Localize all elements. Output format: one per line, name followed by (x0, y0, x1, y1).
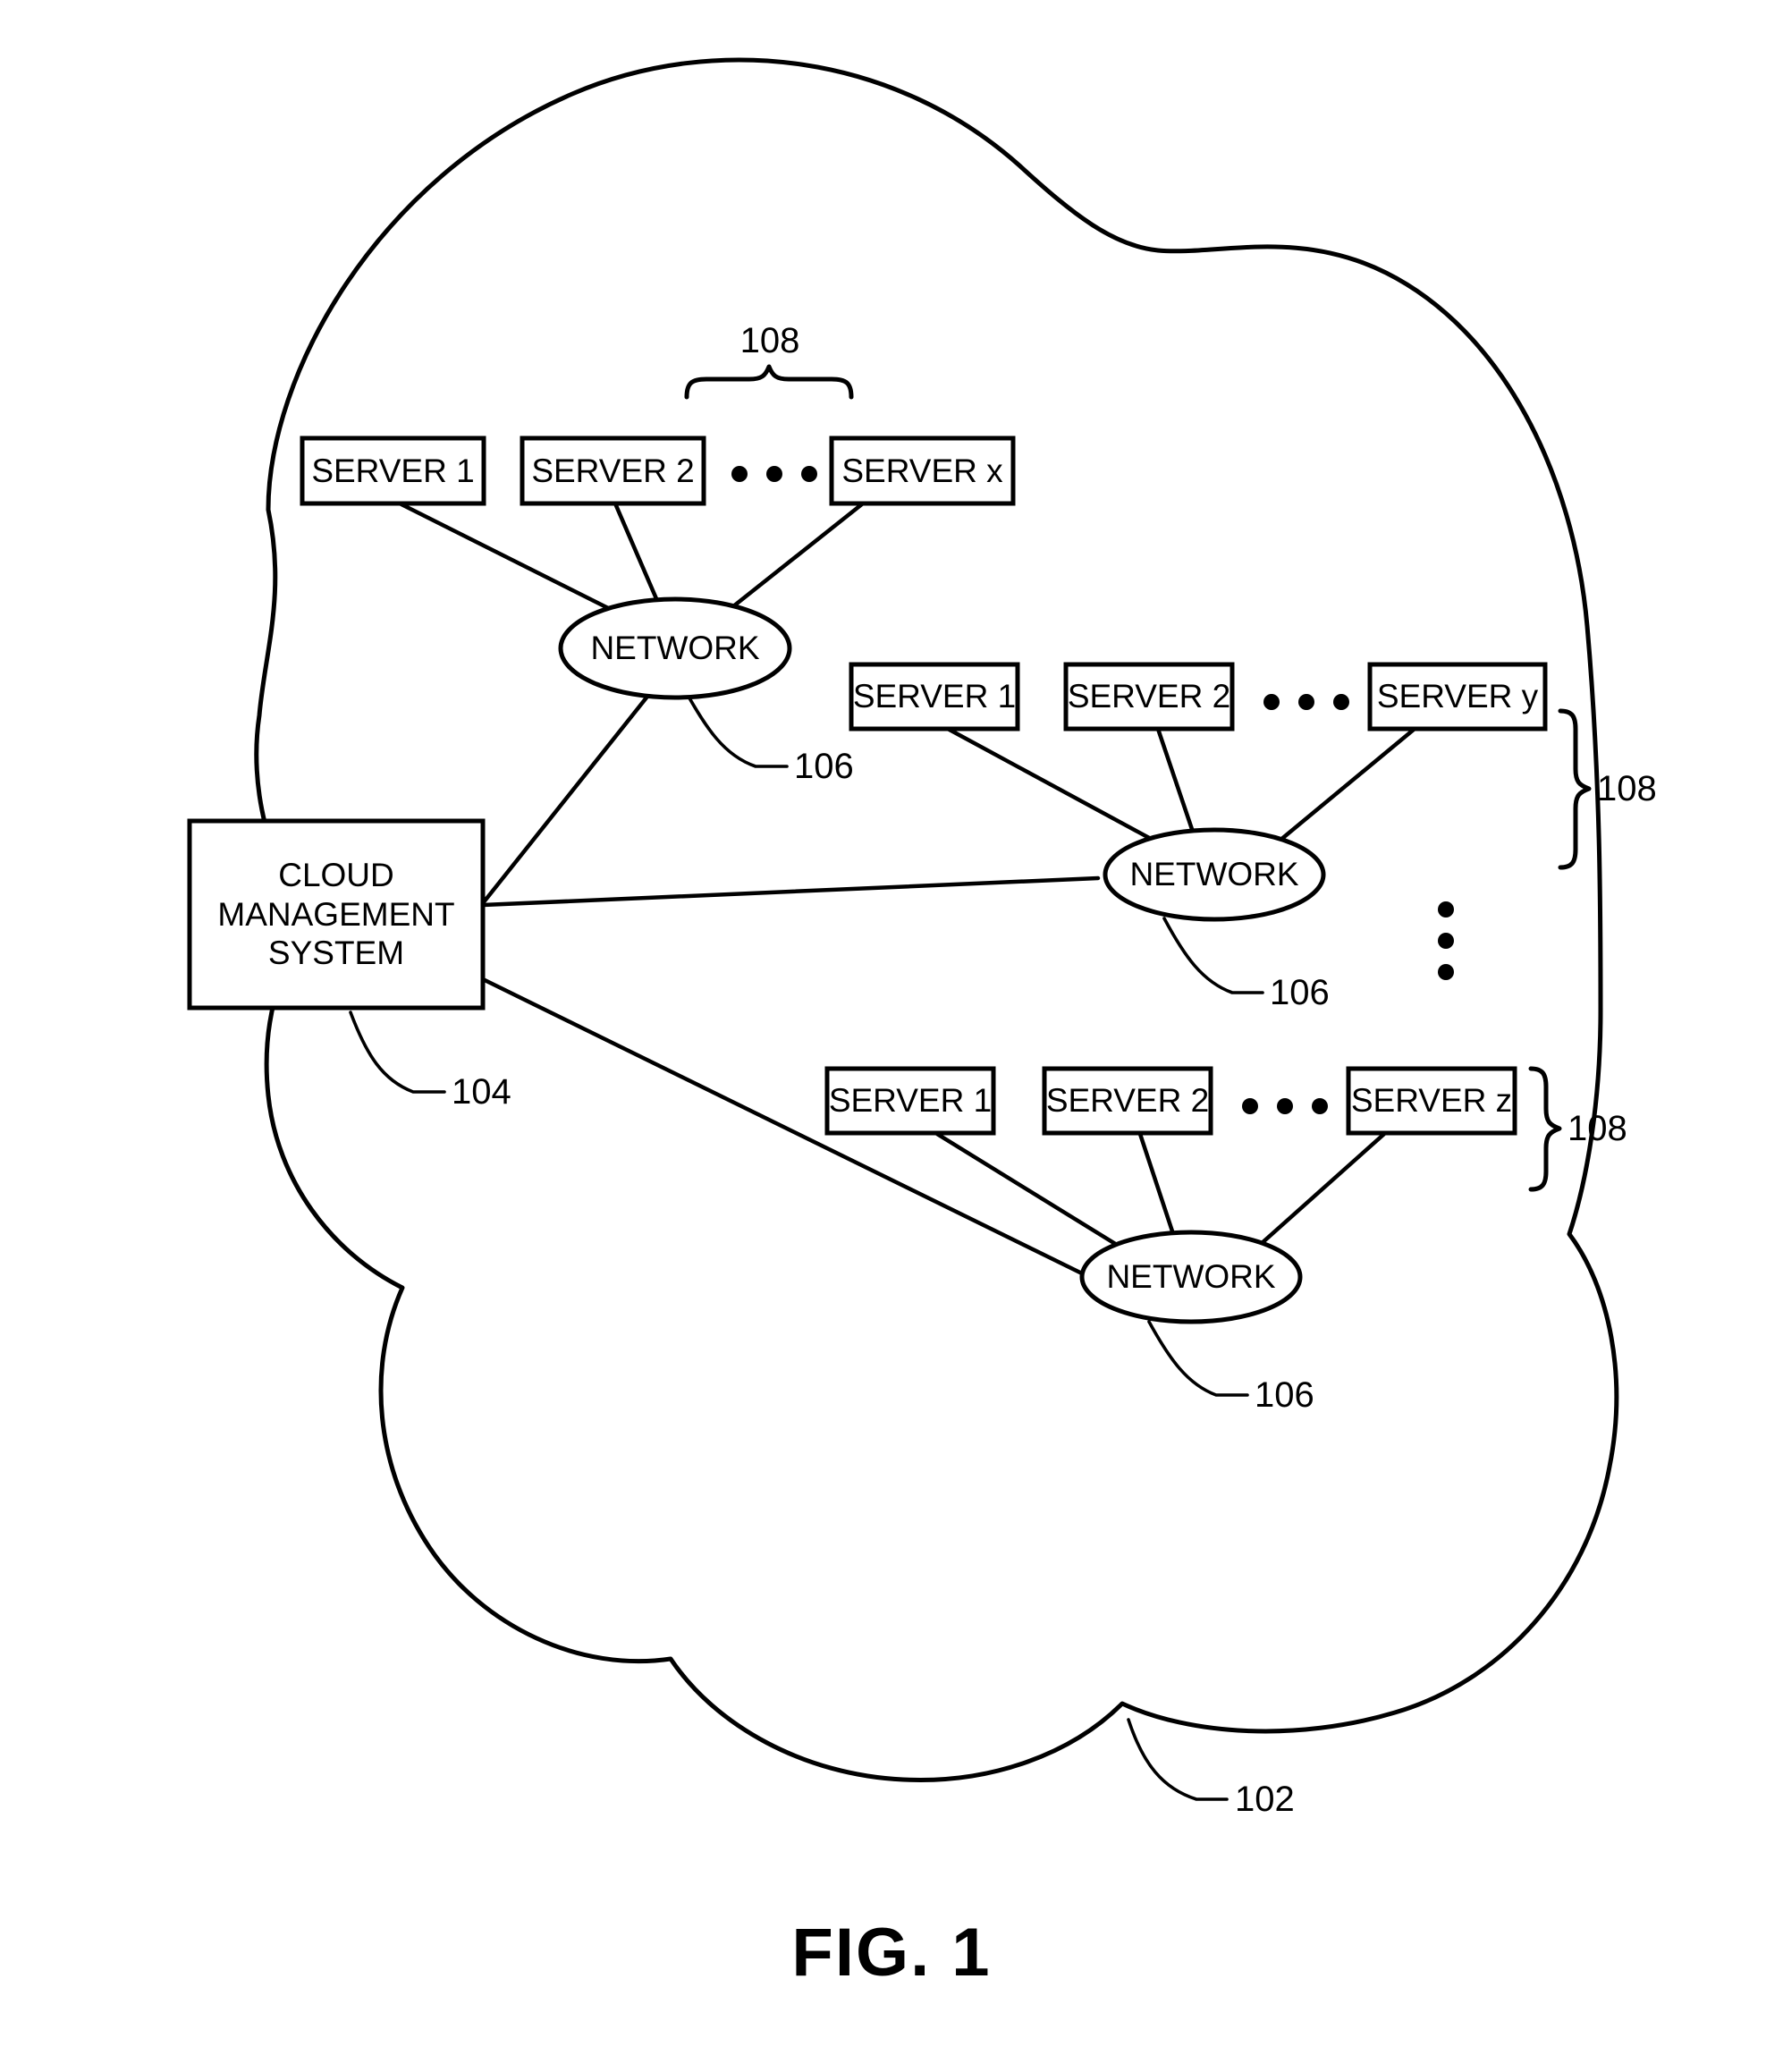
group-y-ellipsis-dot-2 (1298, 694, 1314, 710)
group-x-ellipsis-dot-1 (731, 466, 748, 482)
groups-vertical-ellipsis-dot-1 (1438, 901, 1454, 918)
group-z-network-ref: 106 (1255, 1374, 1314, 1415)
group-y-server-2-label: SERVER 2 (1067, 678, 1231, 715)
group-y-server-1-label: SERVER 1 (852, 678, 1017, 715)
patent-figure: SERVER 1 SERVER 2 SERVER x NETWORK 108 1… (0, 0, 1783, 2072)
group-z-server-2-label: SERVER 2 (1045, 1082, 1210, 1119)
group-x-server-1-label: SERVER 1 (311, 452, 475, 489)
group-y-server-2-label-wrap: SERVER 2 (1066, 664, 1232, 729)
group-z-ellipsis-dot-3 (1312, 1098, 1328, 1114)
figure-caption-wrap: FIG. 1 (0, 1914, 1783, 1992)
group-y-group-ref-wrap: 108 (1597, 768, 1669, 809)
cms-ref-wrap: 104 (452, 1071, 523, 1112)
group-z-network-ref-wrap: 106 (1255, 1374, 1326, 1416)
group-y-server-last-label-wrap: SERVER y (1370, 664, 1545, 729)
group-y-group-ref: 108 (1597, 768, 1657, 808)
group-z-server-last-label-wrap: SERVER z (1348, 1069, 1515, 1133)
group-x-ref-wrap: 108 (739, 320, 801, 361)
group-x-server-last-label-wrap: SERVER x (832, 438, 1013, 503)
group-x-network-ref-wrap: 106 (794, 746, 866, 787)
group-z-server-last-label: SERVER z (1350, 1082, 1513, 1119)
cloud-ref-wrap: 102 (1235, 1779, 1315, 1820)
group-x-server-1-label-wrap: SERVER 1 (302, 438, 484, 503)
group-x-ellipsis-dot-3 (801, 466, 817, 482)
group-z-group-ref-wrap: 108 (1568, 1108, 1639, 1149)
groups-vertical-ellipsis-dot-2 (1438, 933, 1454, 949)
groups-vertical-ellipsis-dot-3 (1438, 964, 1454, 980)
group-x-network-label: NETWORK (590, 630, 760, 666)
group-z-ellipsis-dot-2 (1277, 1098, 1293, 1114)
cloud-leader (1127, 1718, 1229, 1801)
cms-label-line-2: MANAGEMENT (217, 895, 455, 933)
group-z-group-ref: 108 (1568, 1108, 1627, 1148)
group-x-server-2-label-wrap: SERVER 2 (522, 438, 704, 503)
group-x-ellipsis-dot-2 (766, 466, 782, 482)
group-z-server-1-label: SERVER 1 (828, 1082, 993, 1119)
cms-label-line-3: SYSTEM (267, 935, 405, 972)
group-y-network-label-wrap: NETWORK (1105, 830, 1323, 919)
group-y-server-1-label-wrap: SERVER 1 (851, 664, 1018, 729)
cms-ref: 104 (452, 1071, 511, 1112)
group-y-network-ref: 106 (1270, 972, 1330, 1012)
group-x-server-last-label: SERVER x (841, 452, 1003, 489)
group-y-network-ref-wrap: 106 (1270, 972, 1341, 1013)
group-y-server-last-label: SERVER y (1376, 678, 1539, 715)
figure-caption: FIG. 1 (791, 1915, 992, 1991)
group-z-network-label-wrap: NETWORK (1082, 1232, 1300, 1322)
group-x-server-2-label: SERVER 2 (531, 452, 695, 489)
group-z-ellipsis-dot-1 (1242, 1098, 1258, 1114)
group-y-network-label: NETWORK (1129, 856, 1299, 892)
figure-canvas (187, 57, 1619, 1801)
group-y-ellipsis-dot-1 (1263, 694, 1280, 710)
group-y-ellipsis-dot-3 (1333, 694, 1349, 710)
cloud-ref: 102 (1235, 1779, 1295, 1819)
group-x-network-label-wrap: NETWORK (561, 599, 790, 698)
group-z-network-label: NETWORK (1106, 1258, 1276, 1295)
cms-label-line-1: CLOUD (278, 857, 394, 894)
group-x-network-ref: 106 (794, 746, 854, 786)
group-z-server-1-label-wrap: SERVER 1 (827, 1069, 993, 1133)
group-z-server-2-label-wrap: SERVER 2 (1044, 1069, 1211, 1133)
group-x-group-ref: 108 (739, 320, 800, 360)
cloud-management-system-label-wrap: CLOUD MANAGEMENT SYSTEM (190, 821, 483, 1008)
